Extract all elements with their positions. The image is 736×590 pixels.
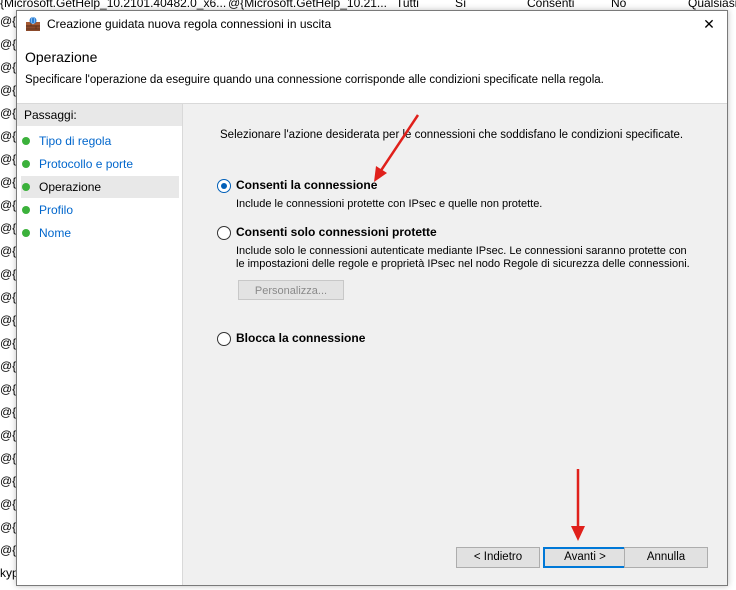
- bg-cell: Tutti: [396, 0, 419, 10]
- close-icon: ✕: [703, 15, 715, 32]
- allow-secure-radio[interactable]: [217, 226, 231, 240]
- next-button[interactable]: Avanti >: [543, 547, 627, 568]
- page-header: Operazione Specificare l'operazione da e…: [17, 37, 727, 104]
- bg-row: kyp: [0, 566, 16, 580]
- cancel-button[interactable]: Annulla: [624, 547, 708, 568]
- step-tipo-di-regola[interactable]: Tipo di regola: [21, 130, 179, 152]
- bg-row: @{Fi: [0, 543, 16, 557]
- bg-row: @{M: [0, 428, 16, 442]
- background-table-header: {Microsoft.GetHelp_10.2101.40482.0_x6...…: [0, 0, 736, 10]
- step-profilo[interactable]: Profilo: [21, 199, 179, 221]
- allow-label[interactable]: Consenti la connessione: [236, 178, 377, 192]
- bg-row: @{M: [0, 405, 16, 419]
- main-panel: Selezionare l'azione desiderata per le c…: [184, 104, 727, 585]
- step-protocollo-e-porte[interactable]: Protocollo e porte: [21, 153, 179, 175]
- page-title: Operazione: [25, 49, 98, 65]
- bg-cell: No: [611, 0, 627, 10]
- steps-title: Passaggi:: [17, 104, 182, 126]
- step-label: Operazione: [39, 180, 102, 194]
- step-operazione: Operazione: [21, 176, 179, 198]
- bg-row: @{M: [0, 198, 16, 212]
- bg-row: @{M: [0, 14, 16, 28]
- bg-row: @{M: [0, 244, 16, 258]
- step-label: Protocollo e porte: [39, 157, 134, 171]
- bg-row: @{M: [0, 37, 16, 51]
- block-label[interactable]: Blocca la connessione: [236, 331, 365, 345]
- bg-row: @{M: [0, 83, 16, 97]
- allow-description: Include le connessioni protette con IPse…: [236, 198, 543, 210]
- bg-row: @{M: [0, 106, 16, 120]
- bg-row: @{M: [0, 474, 16, 488]
- step-nome[interactable]: Nome: [21, 222, 179, 244]
- wizard-body: Passaggi: Tipo di regola Protocollo e po…: [17, 104, 727, 585]
- bg-row: @{M: [0, 336, 16, 350]
- bg-cell: Consenti: [527, 0, 575, 10]
- bg-row: @{M: [0, 497, 16, 511]
- step-label: Profilo: [39, 203, 74, 217]
- bg-cell: Sì: [455, 0, 467, 10]
- bg-row: @{M: [0, 60, 16, 74]
- bg-row: @{M: [0, 359, 16, 373]
- bg-row: kyp: [0, 585, 16, 590]
- bg-row: @{M: [0, 175, 16, 189]
- steps-panel: Passaggi: Tipo di regola Protocollo e po…: [17, 104, 183, 585]
- bg-row: @{M: [0, 129, 16, 143]
- close-button[interactable]: ✕: [691, 11, 727, 37]
- allow-radio[interactable]: [217, 179, 231, 193]
- bg-row: @{M: [0, 313, 16, 327]
- step-status-icon: [22, 137, 30, 145]
- allow-secure-description-line2: le impostazioni delle regole e proprietà…: [236, 258, 690, 270]
- step-status-icon: [22, 183, 30, 191]
- allow-secure-label[interactable]: Consenti solo connessioni protette: [236, 225, 437, 239]
- bg-row: @{M: [0, 451, 16, 465]
- wizard-dialog: Creazione guidata nuova regola connessio…: [16, 10, 728, 586]
- block-radio[interactable]: [217, 332, 231, 346]
- customize-button: Personalizza...: [238, 280, 344, 300]
- step-status-icon: [22, 160, 30, 168]
- bg-cell: {Microsoft.GetHelp_10.2101.40482.0_x6...: [0, 0, 227, 10]
- step-label: Nome: [39, 226, 72, 240]
- bg-cell: Qualsiasi: [688, 0, 736, 10]
- page-subtitle: Specificare l'operazione da eseguire qua…: [25, 74, 604, 86]
- step-status-icon: [22, 229, 30, 237]
- bg-cell: @{Microsoft.GetHelp_10.21...: [228, 0, 387, 10]
- firewall-icon: [26, 16, 40, 31]
- bg-row: @{M: [0, 382, 16, 396]
- bg-row: @{M: [0, 290, 16, 304]
- background-table-rows: @{M @{M @{M @{M @{M @{M @{M @{M @{M @{M @{M @{M @{M @…: [0, 10, 16, 590]
- window-title: Creazione guidata nuova regola connessio…: [47, 17, 332, 31]
- instruction-text: Selezionare l'azione desiderata per le c…: [220, 129, 684, 141]
- back-button[interactable]: < Indietro: [456, 547, 540, 568]
- bg-row: @{M: [0, 520, 16, 534]
- bg-row: @{M: [0, 267, 16, 281]
- allow-secure-description-line1: Include solo le connessioni autenticate …: [236, 245, 687, 257]
- bg-row: @{M: [0, 221, 16, 235]
- step-label: Tipo di regola: [39, 134, 112, 148]
- title-bar: Creazione guidata nuova regola connessio…: [17, 11, 727, 37]
- bg-row: @{M: [0, 152, 16, 166]
- step-status-icon: [22, 206, 30, 214]
